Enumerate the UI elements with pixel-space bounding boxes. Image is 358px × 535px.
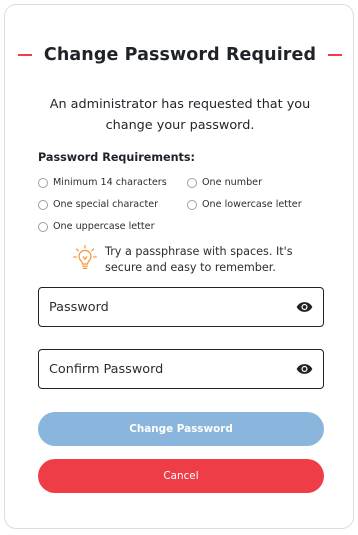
requirement-status-indicator <box>38 177 48 188</box>
change-password-button[interactable]: Change Password <box>38 412 324 446</box>
requirement-status-indicator <box>187 199 197 210</box>
lightbulb-icon <box>73 244 97 269</box>
eye-icon[interactable] <box>296 362 313 376</box>
page-title: Change Password Required <box>43 45 317 65</box>
requirement-min-length: Minimum 14 characters <box>38 177 167 188</box>
requirement-uppercase-letter: One uppercase letter <box>38 221 155 232</box>
admin-request-message-line-1: An administrator has requested that you <box>49 97 311 112</box>
requirement-number: One number <box>187 177 262 188</box>
confirm-password-field[interactable] <box>38 349 324 389</box>
requirement-label: Minimum 14 characters <box>53 177 167 188</box>
passphrase-tip: Try a passphrase with spaces. It's secur… <box>73 244 323 276</box>
eye-icon[interactable] <box>296 300 313 314</box>
requirement-special-character: One special character <box>38 199 158 210</box>
title-row: Change Password Required <box>5 43 355 67</box>
password-field[interactable] <box>38 287 324 327</box>
passphrase-tip-text: Try a passphrase with spaces. It's secur… <box>105 244 293 276</box>
confirm-password-input[interactable] <box>39 350 284 388</box>
requirement-label: One uppercase letter <box>53 221 155 232</box>
requirement-status-indicator <box>38 221 48 232</box>
passphrase-tip-line-2: secure and easy to remember. <box>105 261 276 274</box>
password-input[interactable] <box>39 288 284 326</box>
requirement-label: One special character <box>53 199 159 210</box>
admin-request-message-line-2: change your password. <box>105 118 255 133</box>
requirements-heading: Password Requirements: <box>38 151 196 164</box>
requirement-lowercase-letter: One lowercase letter <box>187 199 302 210</box>
title-left-dash <box>17 54 32 56</box>
change-password-card: Change Password Required An administrato… <box>4 4 354 529</box>
requirement-status-indicator <box>38 199 48 210</box>
title-right-dash <box>328 54 343 56</box>
cancel-button[interactable]: Cancel <box>38 459 324 493</box>
requirement-label: One number <box>202 177 263 188</box>
passphrase-tip-line-1: Try a passphrase with spaces. It's <box>105 245 293 258</box>
admin-request-message: An administrator has requested that you … <box>25 94 335 136</box>
requirement-status-indicator <box>187 177 197 188</box>
requirement-label: One lowercase letter <box>202 199 302 210</box>
